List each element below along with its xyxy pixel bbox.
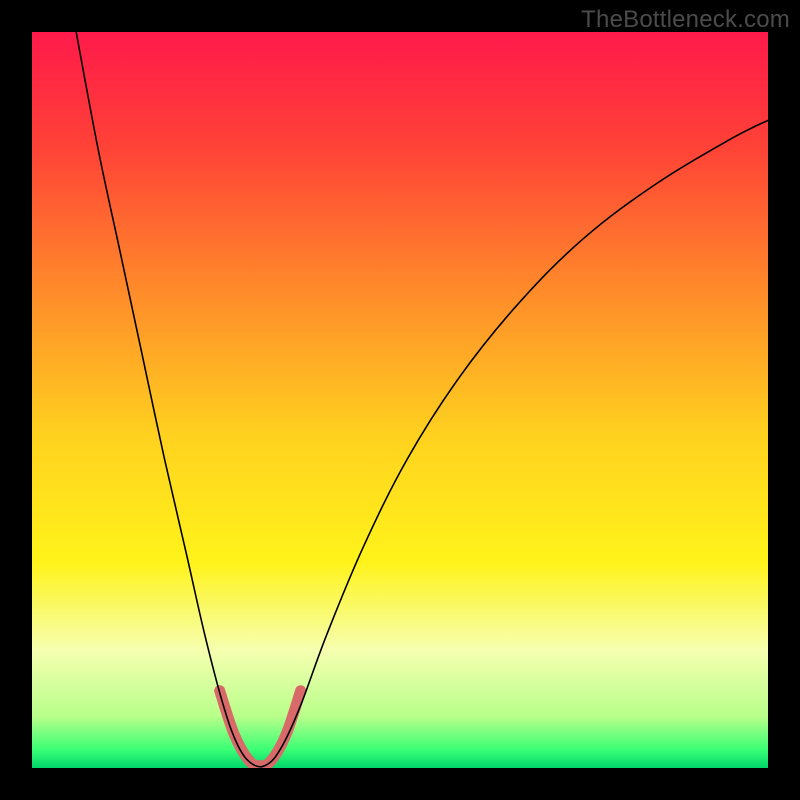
chart-svg <box>32 32 768 768</box>
gradient-background <box>32 32 768 768</box>
watermark-text: TheBottleneck.com <box>581 6 790 34</box>
chart-frame: TheBottleneck.com <box>0 0 800 800</box>
plot-area <box>32 32 768 768</box>
